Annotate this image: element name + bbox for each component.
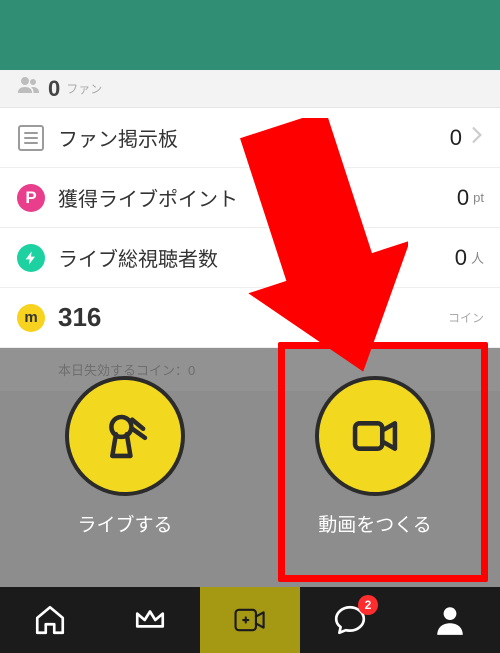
row-unit: pt <box>473 190 484 205</box>
bottom-nav: 2 <box>0 587 500 653</box>
header-bar <box>0 0 500 70</box>
create-overlay: 動画一覧 0 件 まだ動画がありません ファン一覧 0 人 <box>0 348 500 587</box>
keyhole-bolt-icon <box>65 376 185 496</box>
fan-list-count: 0 人 <box>100 560 129 584</box>
fan-count-label: ファン <box>66 80 102 97</box>
annotation-arrow <box>238 118 408 423</box>
go-live-button[interactable]: ライブする <box>65 376 185 537</box>
chevron-right-icon <box>470 126 484 149</box>
board-icon <box>18 125 44 151</box>
nav-home[interactable] <box>0 587 100 653</box>
notification-badge: 2 <box>358 595 378 615</box>
row-value: 0 <box>455 245 467 271</box>
crown-icon <box>133 603 167 637</box>
nav-create[interactable] <box>200 587 300 653</box>
points-icon: P <box>17 184 45 212</box>
go-live-label: ライブする <box>77 510 172 537</box>
viewers-icon <box>17 244 45 272</box>
home-icon <box>33 603 67 637</box>
row-value: 0 <box>457 185 469 211</box>
nav-profile[interactable] <box>400 587 500 653</box>
fan-count-value: 0 <box>48 76 60 102</box>
profile-icon <box>433 603 467 637</box>
coin-unit: コイン <box>448 309 484 326</box>
fan-count-bar: 0 ファン <box>0 70 500 108</box>
fans-icon <box>16 74 40 103</box>
nav-ranking[interactable] <box>100 587 200 653</box>
row-value: 0 <box>450 125 462 151</box>
add-video-icon <box>233 603 267 637</box>
fan-list-label: ファン一覧 <box>16 560 96 584</box>
coin-icon: m <box>17 304 45 332</box>
row-unit: 人 <box>471 248 484 267</box>
nav-messages[interactable]: 2 <box>300 587 400 653</box>
